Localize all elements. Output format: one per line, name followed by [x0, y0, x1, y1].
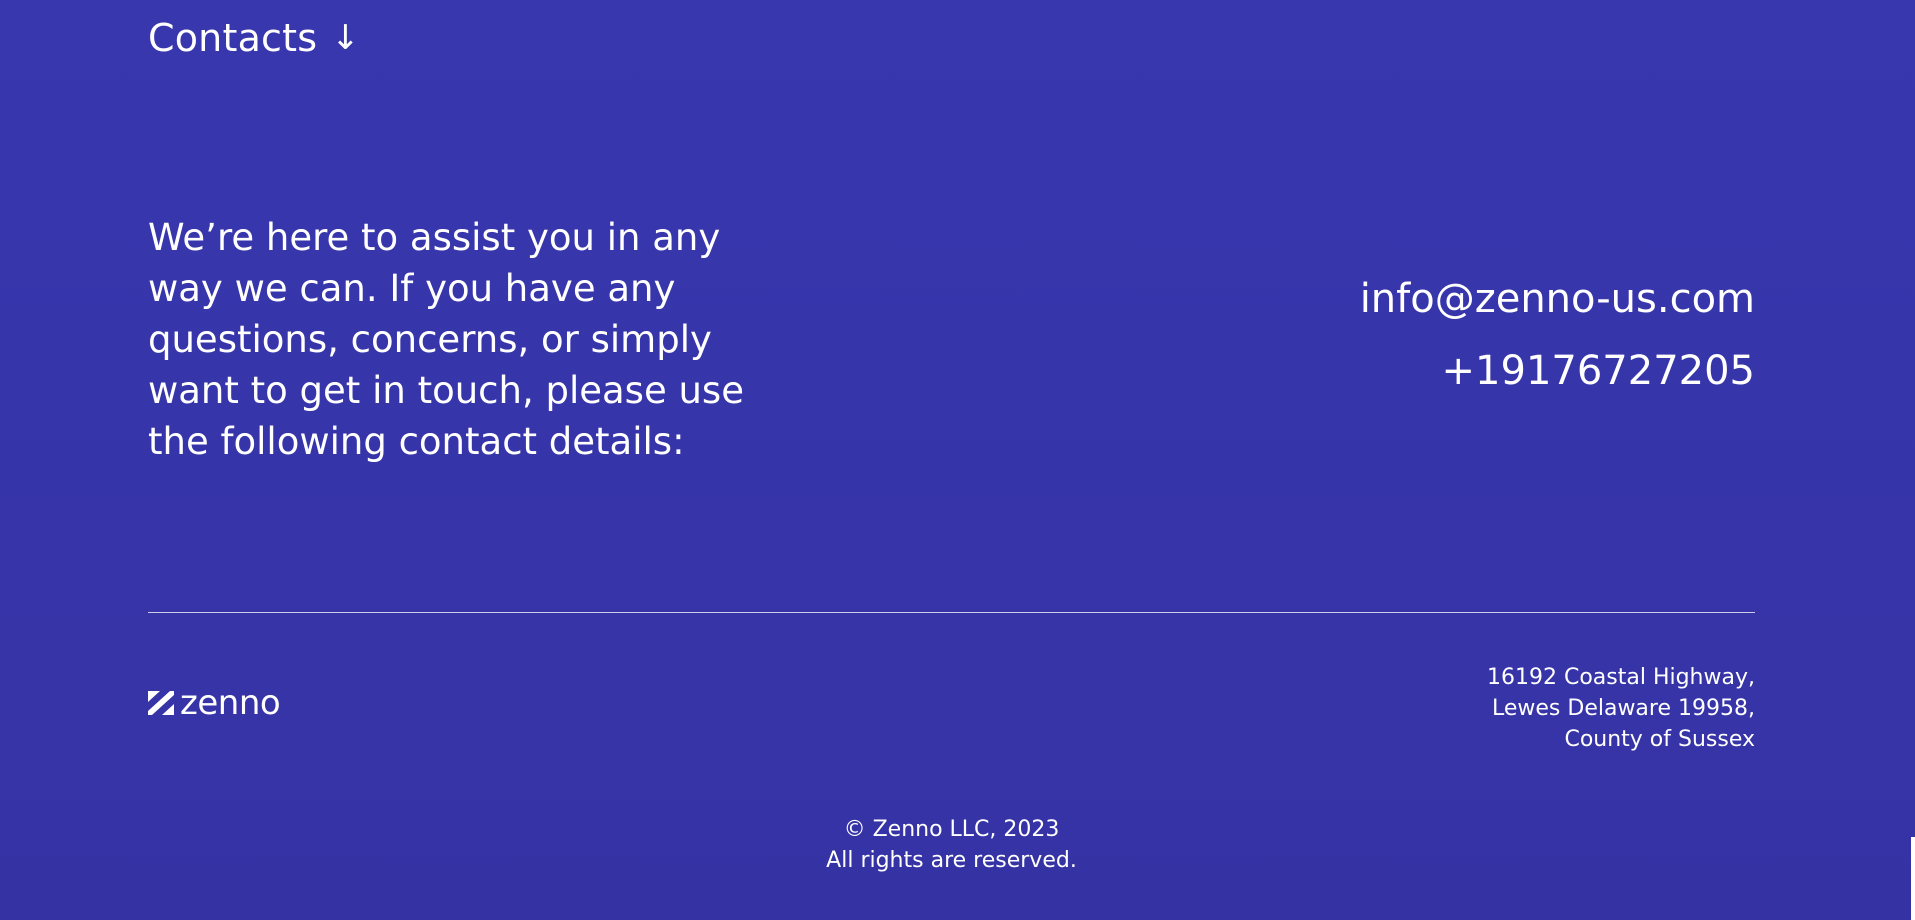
contacts-intro-text: We’re here to assist you in any way we c… — [148, 216, 744, 463]
copyright-line: © Zenno LLC, 2023 — [843, 817, 1060, 842]
phone-link[interactable]: +19176727205 — [1360, 346, 1755, 396]
address-line: 16192 Coastal Highway, — [1486, 665, 1755, 690]
company-address: 16192 Coastal Highway, Lewes Delaware 19… — [1487, 662, 1755, 755]
zenno-logo[interactable]: zenno — [148, 683, 281, 723]
scrollbar-thumb[interactable] — [1911, 837, 1915, 920]
address-line: Lewes Delaware 19958, — [1491, 696, 1755, 721]
arrow-down-icon: ↓ — [331, 18, 360, 58]
rights-line: All rights are reserved. — [826, 848, 1077, 873]
contact-details: info@zenno-us.com +19176727205 — [1360, 274, 1755, 396]
email-link[interactable]: info@zenno-us.com — [1360, 274, 1755, 324]
contacts-heading: Contacts ↓ — [148, 14, 360, 62]
address-line: County of Sussex — [1564, 727, 1755, 752]
footer-divider — [148, 612, 1755, 613]
zenno-logo-mark-icon — [148, 691, 174, 715]
contacts-heading-label: Contacts — [148, 16, 318, 60]
copyright: © Zenno LLC, 2023 All rights are reserve… — [0, 814, 1903, 876]
contacts-page: Contacts ↓ We’re here to assist you in a… — [0, 0, 1915, 920]
zenno-logo-wordmark: zenno — [180, 683, 281, 723]
